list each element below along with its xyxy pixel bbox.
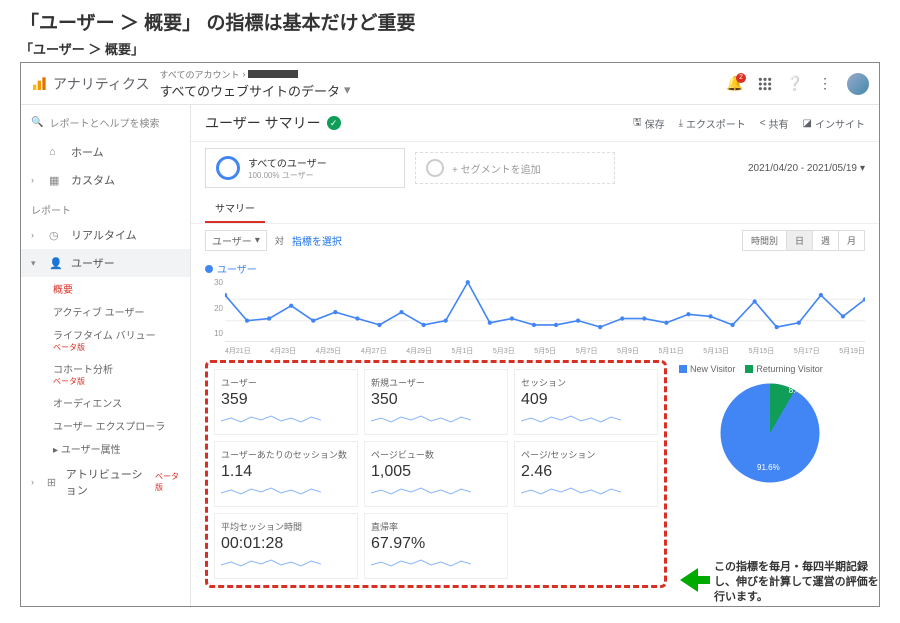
share-button[interactable]: <共有: [760, 115, 789, 132]
metric-label: 直帰率: [371, 520, 501, 535]
sidebar: 🔍レポートとヘルプを検索 ⌂ホーム ›▦カスタム レポート ›◷リアルタイム ▾…: [21, 105, 191, 606]
breadcrumb[interactable]: すべてのアカウント› すべてのウェブサイトのデータ▾: [159, 68, 350, 100]
metric-label: 新規ユーザー: [371, 376, 501, 391]
toggle-month[interactable]: 月: [838, 230, 865, 251]
toggle-week[interactable]: 週: [812, 230, 839, 251]
analytics-window: アナリティクス すべてのアカウント› すべてのウェブサイトのデータ▾ 🔔2 ❔ …: [20, 62, 880, 607]
search-icon: 🔍: [31, 117, 43, 128]
subnav-attrs[interactable]: ▸ ユーザー属性: [21, 437, 190, 460]
metric-card[interactable]: 平均セッション時間00:01:28: [214, 513, 358, 579]
metrics-panel: ユーザー359新規ユーザー350セッション409ユーザーあたりのセッション数1.…: [205, 360, 667, 588]
metric-card[interactable]: ページ/セッション2.46: [514, 441, 658, 507]
search-input[interactable]: 🔍レポートとヘルプを検索: [21, 111, 190, 138]
metric-value: 1,005: [371, 463, 501, 481]
metric-card[interactable]: ユーザーあたりのセッション数1.14: [214, 441, 358, 507]
bell-icon[interactable]: 🔔2: [727, 76, 743, 92]
help-icon[interactable]: ❔: [787, 76, 803, 92]
metric-value: 359: [221, 391, 351, 409]
insight-button[interactable]: ◪インサイト: [803, 115, 865, 132]
nav-attribution[interactable]: ›⊞アトリビューションベータ版: [21, 460, 190, 504]
metric-card[interactable]: 新規ユーザー350: [364, 369, 508, 435]
chevron-down-icon: ▾: [860, 163, 865, 174]
metric-select[interactable]: ユーザー▾: [205, 230, 267, 251]
annotation: この指標を毎月・毎四半期記録し、伸びを計算して運営の評価を行います。: [680, 560, 879, 605]
subnav-lifetime[interactable]: ライフタイム バリューベータ版: [21, 323, 190, 357]
metric-label: 平均セッション時間: [221, 520, 351, 535]
metric-label: セッション: [521, 376, 651, 391]
metric-card[interactable]: セッション409: [514, 369, 658, 435]
app-name: アナリティクス: [53, 74, 149, 94]
save-icon: 🖫: [633, 115, 642, 132]
subnav-explorer[interactable]: ユーザー エクスプローラ: [21, 414, 190, 437]
subnav-cohort[interactable]: コホート分析ベータ版: [21, 357, 190, 391]
app-logo[interactable]: アナリティクス: [31, 74, 149, 94]
arrow-left-icon: [680, 568, 698, 592]
metric-card[interactable]: ユーザー359: [214, 369, 358, 435]
clock-icon: ◷: [49, 229, 63, 242]
user-icon: 👤: [49, 257, 63, 270]
topbar: アナリティクス すべてのアカウント› すべてのウェブサイトのデータ▾ 🔔2 ❔ …: [21, 63, 879, 105]
verified-icon: ✓: [327, 116, 341, 130]
save-button[interactable]: 🖫保存: [633, 115, 665, 132]
toggle-day[interactable]: 日: [786, 230, 813, 251]
avatar[interactable]: [847, 73, 869, 95]
metric-label: ユーザー: [221, 376, 351, 391]
kebab-icon[interactable]: ⋮: [817, 76, 833, 92]
donut-icon: [216, 156, 240, 180]
metric-label: ページ/セッション: [521, 448, 651, 463]
metric-value: 1.14: [221, 463, 351, 481]
metric-value: 67.97%: [371, 535, 501, 553]
metric-value: 2.46: [521, 463, 651, 481]
nav-home[interactable]: ⌂ホーム: [21, 138, 190, 166]
subnav-active[interactable]: アクティブ ユーザー: [21, 300, 190, 323]
export-button[interactable]: ⤓エクスポート: [679, 115, 746, 132]
segment-add[interactable]: + セグメントを追加: [415, 152, 615, 184]
line-chart: ユーザー 30 20 10 4月21日4月23日4月25日4月27日4月29日5…: [191, 257, 879, 360]
apps-icon[interactable]: [757, 76, 773, 92]
nav-custom[interactable]: ›▦カスタム: [21, 166, 190, 194]
analytics-icon: [31, 76, 47, 92]
metric-link[interactable]: 指標を選択: [292, 233, 342, 248]
legend-returning: Returning Visitor: [745, 364, 822, 374]
nav-user[interactable]: ▾👤ユーザー: [21, 249, 190, 277]
segment-all[interactable]: すべてのユーザー100.00% ユーザー: [205, 148, 405, 188]
subnav-audience[interactable]: オーディエンス: [21, 391, 190, 414]
export-icon: ⤓: [679, 118, 683, 129]
metric-card[interactable]: 直帰率67.97%: [364, 513, 508, 579]
insight-icon: ◪: [803, 118, 812, 129]
nav-realtime[interactable]: ›◷リアルタイム: [21, 221, 190, 249]
slide-subtitle: 「ユーザー ＞ 概要」: [20, 39, 880, 62]
slide-title: 「ユーザー ＞ 概要」 の指標は基本だけど重要: [20, 0, 880, 39]
date-range[interactable]: 2021/04/20 - 2021/05/19▾: [748, 163, 865, 174]
attribution-icon: ⊞: [47, 476, 58, 489]
donut-add-icon: [426, 159, 444, 177]
share-icon: <: [760, 118, 766, 129]
nav-reports-header: レポート: [21, 194, 190, 221]
legend-new: New Visitor: [679, 364, 735, 374]
home-icon: ⌂: [49, 146, 63, 158]
metric-value: 00:01:28: [221, 535, 351, 553]
pie-chart: 8.4% 91.6%: [715, 378, 825, 488]
custom-icon: ▦: [49, 174, 63, 187]
metric-value: 409: [521, 391, 651, 409]
subnav-overview[interactable]: 概要: [21, 277, 190, 300]
metric-label: ユーザーあたりのセッション数: [221, 448, 351, 463]
metric-card[interactable]: ページビュー数1,005: [364, 441, 508, 507]
pie-panel: New Visitor Returning Visitor 8.4% 91.6%: [675, 360, 865, 588]
page-title: ユーザー サマリー✓: [205, 113, 341, 133]
main: ユーザー サマリー✓ 🖫保存 ⤓エクスポート <共有 ◪インサイト すべてのユー…: [191, 105, 879, 606]
vs-label: 対: [275, 234, 284, 247]
tab-summary[interactable]: サマリー: [205, 194, 265, 223]
metric-label: ページビュー数: [371, 448, 501, 463]
metric-value: 350: [371, 391, 501, 409]
series-dot-icon: [205, 265, 213, 273]
toggle-hourly[interactable]: 時間別: [742, 230, 787, 251]
